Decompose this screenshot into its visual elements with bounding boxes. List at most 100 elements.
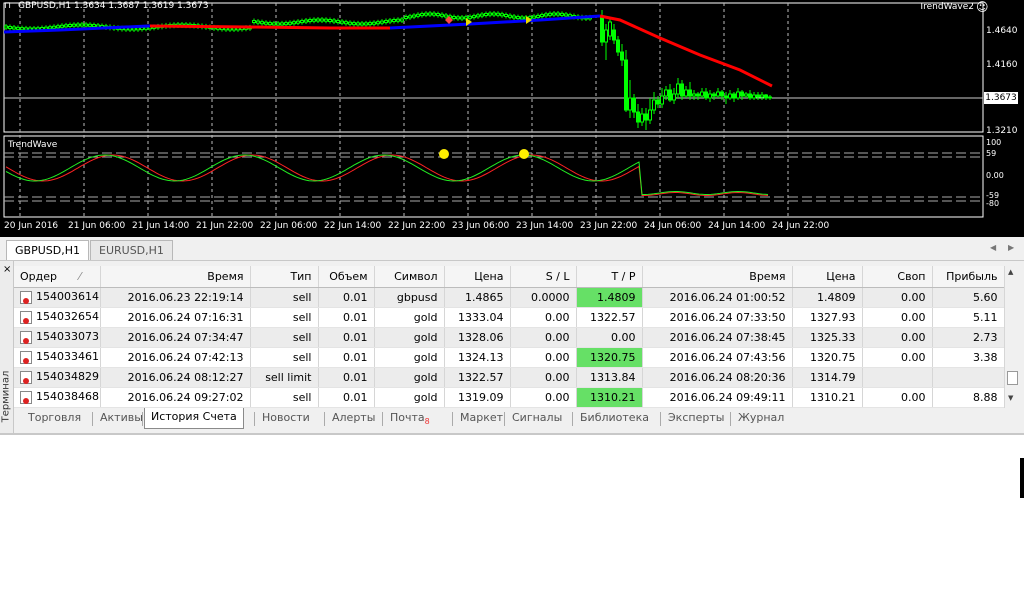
col-header-sl[interactable]: S / L: [510, 266, 577, 288]
terminal-tab-label: Новости: [262, 411, 310, 424]
col-header-volume[interactable]: Объем: [318, 266, 375, 288]
candle-body: [724, 95, 728, 99]
terminal-tab-4[interactable]: Алерты: [332, 409, 375, 428]
chart-menu-icon[interactable]: ⊓: [4, 1, 11, 11]
candle-body: [352, 22, 356, 26]
candle-body: [444, 14, 448, 18]
cell-sl: 0.00: [510, 367, 577, 388]
candle-body: [676, 83, 680, 95]
terminal-tab-6[interactable]: Маркет: [460, 409, 503, 428]
history-table: Ордер ⁄ Время Тип Объем Символ Цена S / L…: [14, 266, 1004, 408]
terminal-tab-5[interactable]: Почта8: [390, 409, 430, 428]
cell-type: sell: [250, 307, 319, 328]
terminal-tab-10[interactable]: Журнал: [738, 409, 784, 428]
candle-body: [300, 20, 304, 24]
tab-separator: [382, 412, 383, 426]
terminal-tab-8[interactable]: Библиотека: [580, 409, 649, 428]
scrollbar-thumb[interactable]: [1007, 371, 1018, 385]
candle-body: [48, 26, 52, 30]
order-doc-icon: [20, 290, 32, 304]
current-price-tag: 1.3673: [984, 92, 1018, 104]
oscillator-dot: [439, 149, 449, 159]
candle-body: [700, 91, 704, 97]
candle-body: [364, 22, 368, 26]
tab-separator: [92, 412, 93, 426]
table-row[interactable]: 154033461 2016.06.24 07:42:13 sell 0.01 gold…: [14, 347, 1004, 368]
candle-body: [736, 91, 740, 99]
terminal-tab-3[interactable]: Новости: [262, 409, 310, 428]
candle-body: [256, 20, 260, 24]
candle-body: [4, 25, 8, 29]
candle-body: [712, 93, 716, 97]
candle-body: [440, 13, 444, 17]
col-header-profit[interactable]: Прибыль: [932, 266, 1004, 288]
terminal-tab-1[interactable]: Активы: [100, 409, 143, 428]
indicator-label-trendwave2: TrendWave2: [918, 2, 974, 12]
cell-order: 154003614: [14, 287, 101, 308]
scroll-down-icon[interactable]: ▼: [1008, 394, 1013, 402]
time-axis-label: 24 Jun 06:00: [644, 221, 702, 231]
time-axis-label: 22 Jun 22:00: [388, 221, 446, 231]
col-header-swap[interactable]: Своп: [862, 266, 933, 288]
table-row[interactable]: 154034829 2016.06.24 08:12:27 sell limit 0.…: [14, 367, 1004, 388]
scroll-up-icon[interactable]: ▲: [1008, 268, 1013, 276]
time-axis-label: 23 Jun 14:00: [516, 221, 574, 231]
candle-body: [456, 16, 460, 20]
cell-close-price: 1327.93: [792, 307, 863, 328]
candle-body: [360, 22, 364, 26]
time-axis-label: 22 Jun 06:00: [260, 221, 318, 231]
candle-body: [324, 18, 328, 22]
order-number: 154033461: [36, 350, 99, 364]
candle-body: [264, 21, 268, 25]
table-row[interactable]: 154038468 2016.06.24 09:27:02 sell 0.01 gold…: [14, 387, 1004, 408]
cell-sl: 0.00: [510, 347, 577, 368]
col-header-close-time[interactable]: Время: [642, 266, 793, 288]
vertical-scrollbar[interactable]: ▲ ▼: [1004, 266, 1020, 408]
col-header-order[interactable]: Ордер ⁄: [14, 266, 101, 288]
terminal-tab-7[interactable]: Сигналы: [512, 409, 562, 428]
col-header-tp[interactable]: T / P: [576, 266, 643, 288]
col-header-price[interactable]: Цена: [444, 266, 511, 288]
col-header-symbol[interactable]: Символ: [374, 266, 445, 288]
cell-type: sell limit: [250, 367, 319, 388]
candle-body: [80, 23, 84, 27]
price-chart[interactable]: ⊓ GBPUSD,H1 1.3634 1.3687 1.3619 1.3673 …: [0, 0, 1024, 237]
scroll-right-icon[interactable]: ▶: [1008, 243, 1014, 252]
col-header-type[interactable]: Тип: [250, 266, 319, 288]
table-row[interactable]: 154032654 2016.06.24 07:16:31 sell 0.01 gold…: [14, 307, 1004, 328]
candle-body: [140, 27, 144, 31]
terminal-tab-2[interactable]: История Счета: [144, 408, 244, 429]
candle-body: [604, 29, 608, 43]
candle-body: [500, 13, 504, 17]
table-row[interactable]: 154033073 2016.06.24 07:34:47 sell 0.01 gold…: [14, 327, 1004, 348]
candle-body: [468, 15, 472, 19]
terminal-tab-label: Маркет: [460, 411, 504, 424]
cell-close-price: 1325.33: [792, 327, 863, 348]
candle-body: [760, 94, 764, 98]
order-doc-icon: [20, 390, 32, 404]
cell-volume: 0.01: [318, 327, 375, 348]
time-axis-label: 20 Jun 2016: [4, 221, 59, 231]
terminal-tab-0[interactable]: Торговля: [28, 409, 81, 428]
col-header-close-price[interactable]: Цена: [792, 266, 863, 288]
candle-body: [476, 14, 480, 18]
close-icon[interactable]: ×: [3, 264, 11, 275]
col-header-open-time[interactable]: Время: [100, 266, 251, 288]
candle-body: [304, 19, 308, 23]
terminal-tab-9[interactable]: Эксперты: [668, 409, 724, 428]
scroll-left-icon[interactable]: ◀: [990, 243, 996, 252]
candle-body: [756, 94, 760, 98]
chart-tab-eurusd[interactable]: EURUSD,H1: [90, 240, 173, 260]
candle-body: [508, 14, 512, 18]
cell-profit: [932, 367, 1004, 388]
candle-body: [504, 13, 508, 17]
cell-profit: 2.73: [932, 327, 1004, 348]
chart-tab-gbpusd[interactable]: GBPUSD,H1: [6, 240, 89, 260]
candle-body: [44, 26, 48, 30]
cell-close-time: 2016.06.24 08:20:36: [642, 367, 793, 388]
candle-body: [308, 19, 312, 23]
terminal-tab-label: Эксперты: [668, 411, 725, 424]
table-row[interactable]: 154003614 2016.06.23 22:19:14 sell 0.01 gbpu…: [14, 287, 1004, 308]
terminal-label: Терминал: [0, 370, 12, 423]
candle-body: [616, 39, 620, 53]
